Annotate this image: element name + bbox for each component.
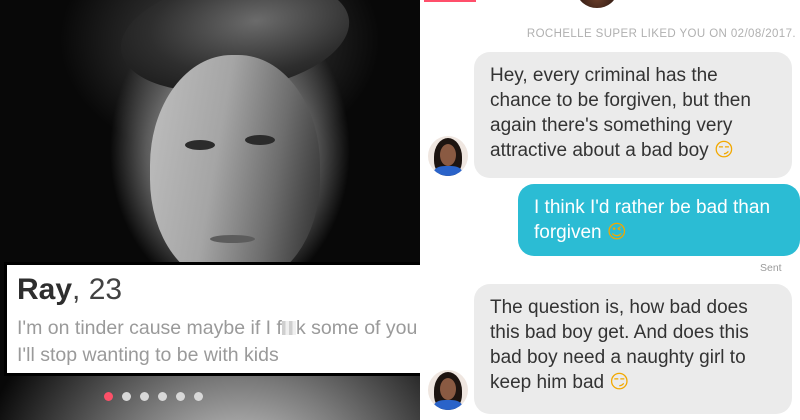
super-like-notice: ROCHELLE SUPER LIKED YOU ON 02/08/2017. <box>526 28 796 40</box>
message-text: Hey, every criminal has the chance to be… <box>490 65 751 161</box>
profile-info-card: Ray, 23 I'm on tinder cause maybe if I f… <box>4 262 478 376</box>
avatar-face <box>440 378 456 400</box>
sent-status: Sent <box>760 262 782 274</box>
photo-eye-left <box>185 140 215 150</box>
profile-bio-start: I'm on tinder cause maybe if I f <box>17 317 282 339</box>
match-header-avatar[interactable] <box>577 0 617 8</box>
avatar-shirt <box>434 166 462 176</box>
photo-dot[interactable] <box>194 392 203 401</box>
sender-avatar[interactable] <box>428 136 468 176</box>
smirk-emoji-icon: 😏 <box>713 139 734 161</box>
sender-avatar[interactable] <box>428 370 468 410</box>
message-bubble-incoming[interactable]: The question is, how bad does this bad b… <box>474 284 792 414</box>
message-text: I think I'd rather be bad than forgiven <box>534 197 771 243</box>
header-accent-line <box>424 0 476 2</box>
smirk-emoji-icon: 😏 <box>609 371 630 393</box>
photo-mouth <box>210 235 255 243</box>
wink-emoji-icon: 😉 <box>606 221 627 243</box>
photo-dot[interactable] <box>104 392 113 401</box>
profile-name: Ray <box>17 273 73 306</box>
photo-dot[interactable] <box>158 392 167 401</box>
photo-dot[interactable] <box>122 392 131 401</box>
profile-title: Ray, 23 <box>17 273 122 307</box>
avatar-face <box>440 144 456 166</box>
profile-age: , 23 <box>72 273 123 306</box>
chat-panel: ROCHELLE SUPER LIKED YOU ON 02/08/2017. … <box>420 0 800 420</box>
censor-blur-icon <box>281 321 296 335</box>
photo-eye-right <box>245 135 275 145</box>
message-bubble-incoming[interactable]: Hey, every criminal has the chance to be… <box>474 52 792 178</box>
message-bubble-outgoing[interactable]: I think I'd rather be bad than forgiven … <box>518 184 800 256</box>
photo-pagination-dots[interactable] <box>104 392 203 404</box>
profile-bio: I'm on tinder cause maybe if I fk some o… <box>17 315 479 369</box>
photo-face-shape <box>150 55 320 285</box>
photo-dot[interactable] <box>140 392 149 401</box>
avatar-shirt <box>434 400 462 410</box>
photo-dot[interactable] <box>176 392 185 401</box>
